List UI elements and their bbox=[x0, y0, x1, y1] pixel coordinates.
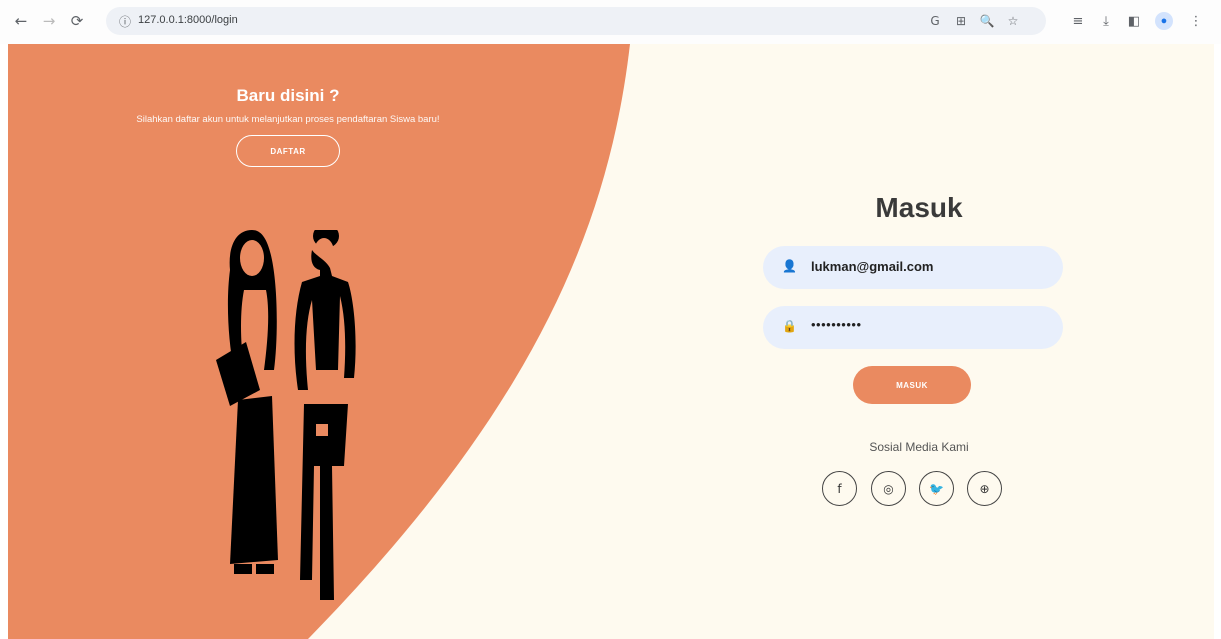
website-globe-icon[interactable]: ⊕ bbox=[967, 471, 1002, 506]
site-info-icon[interactable]: ⓘ bbox=[116, 12, 134, 30]
extensions-icon[interactable]: ≡ bbox=[1068, 11, 1088, 31]
login-page: Baru disini ? Silahkan daftar akun untuk… bbox=[8, 44, 1214, 639]
lock-icon: 🔒 bbox=[782, 319, 797, 333]
twitter-icon[interactable]: 🐦 bbox=[919, 471, 954, 506]
profile-avatar-icon[interactable]: ● bbox=[1155, 12, 1173, 30]
google-lens-icon[interactable]: G bbox=[926, 12, 944, 30]
address-url[interactable]: 127.0.0.1:8000/login bbox=[138, 14, 238, 26]
email-field[interactable]: 👤 lukman@gmail.com bbox=[763, 246, 1063, 289]
download-icon[interactable]: ⤓ bbox=[1096, 11, 1116, 31]
email-value[interactable]: lukman@gmail.com bbox=[811, 259, 933, 274]
translate-icon[interactable]: ⊞ bbox=[952, 12, 970, 30]
students-illustration bbox=[216, 230, 356, 600]
browser-menu-icon[interactable]: ⋮ bbox=[1186, 11, 1206, 31]
password-value[interactable]: •••••••••• bbox=[811, 317, 862, 332]
side-panel-icon[interactable]: ◧ bbox=[1124, 11, 1144, 31]
instagram-icon[interactable]: ◎ bbox=[871, 471, 906, 506]
back-arrow-icon[interactable]: ← bbox=[10, 10, 32, 32]
browser-toolbar: ← → ⟳ ⓘ 127.0.0.1:8000/login G ⊞ 🔍 ☆ ≡ ⤓… bbox=[0, 0, 1221, 44]
bookmark-star-icon[interactable]: ☆ bbox=[1004, 12, 1022, 30]
welcome-title: Baru disini ? bbox=[236, 86, 340, 105]
zoom-icon[interactable]: 🔍 bbox=[978, 12, 996, 30]
user-icon: 👤 bbox=[782, 259, 797, 273]
facebook-icon[interactable]: f bbox=[822, 471, 857, 506]
login-button[interactable]: MASUK bbox=[853, 366, 971, 404]
social-media-label: Sosial Media Kami bbox=[869, 440, 969, 454]
password-field[interactable]: 🔒 •••••••••• bbox=[763, 306, 1063, 349]
reload-icon[interactable]: ⟳ bbox=[66, 10, 88, 32]
welcome-description: Silahkan daftar akun untuk melanjutkan p… bbox=[136, 114, 440, 125]
welcome-panel: Baru disini ? Silahkan daftar akun untuk… bbox=[78, 86, 498, 167]
forward-arrow-icon[interactable]: → bbox=[38, 10, 60, 32]
register-button[interactable]: DAFTAR bbox=[236, 135, 340, 167]
address-bar[interactable]: ⓘ 127.0.0.1:8000/login G ⊞ 🔍 ☆ bbox=[106, 7, 1046, 35]
login-title: Masuk bbox=[875, 192, 963, 223]
